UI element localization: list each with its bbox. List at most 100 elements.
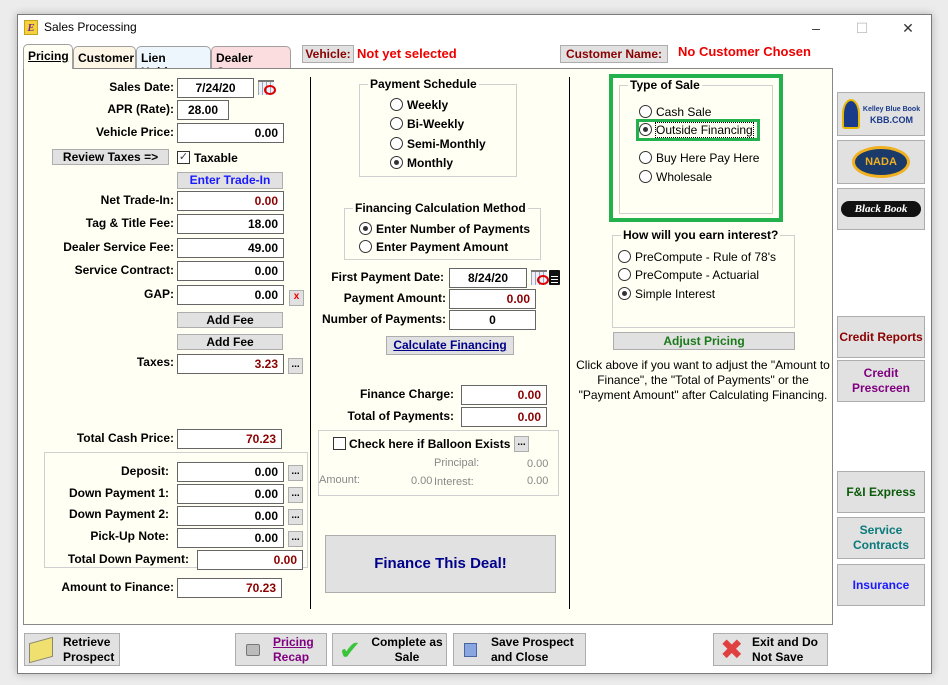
simple-interest-radio[interactable]: Simple Interest — [618, 287, 715, 301]
enter-trade-in-button[interactable]: Enter Trade-In — [177, 172, 283, 189]
review-taxes-button[interactable]: Review Taxes => — [52, 149, 169, 165]
schedule-semi-monthly-radio[interactable]: Semi-Monthly — [390, 137, 486, 151]
calc-method-title: Financing Calculation Method — [353, 201, 528, 215]
window-title: Sales Processing — [44, 20, 137, 34]
interest-value: 0.00 — [527, 475, 549, 487]
calendar-icon[interactable] — [258, 80, 276, 95]
taxable-checkbox[interactable]: ✓ — [177, 151, 190, 164]
gap-label: GAP: — [144, 287, 174, 301]
nada-button[interactable]: NADA — [837, 140, 925, 184]
add-fee-button-1[interactable]: Add Fee — [177, 312, 283, 328]
gap-clear-button[interactable]: x — [289, 290, 304, 306]
enter-number-of-payments-radio[interactable]: Enter Number of Payments — [359, 222, 530, 236]
down-payment-1-details-button[interactable]: ... — [288, 487, 303, 503]
tab-dealer-costs[interactable]: Dealer Costs — [211, 46, 291, 79]
retrieve-prospect-button[interactable]: Retrieve Prospect — [24, 633, 120, 666]
deposit-field[interactable]: 0.00 — [177, 462, 284, 482]
kbb-button[interactable]: Kelley Blue Book KBB.COM — [837, 92, 925, 136]
net-trade-in-field[interactable]: 0.00 — [177, 191, 284, 211]
first-payment-date-field[interactable]: 8/24/20 — [449, 268, 527, 288]
vehicle-value: Not yet selected — [357, 46, 457, 61]
taxes-details-button[interactable]: ... — [288, 358, 303, 374]
rule-of-78-radio[interactable]: PreCompute - Rule of 78's — [618, 250, 776, 264]
pick-up-note-label: Pick-Up Note: — [90, 529, 169, 543]
service-contract-field[interactable]: 0.00 — [177, 261, 284, 281]
black-book-button[interactable]: Black Book — [837, 188, 925, 230]
pick-up-note-field[interactable]: 0.00 — [177, 528, 284, 548]
finance-this-deal-button[interactable]: Finance This Deal! — [325, 535, 556, 593]
black-book-logo-icon: Black Book — [841, 201, 921, 217]
actuarial-radio[interactable]: PreCompute - Actuarial — [618, 268, 759, 282]
balloon-label: Check here if Balloon Exists — [349, 437, 511, 451]
vehicle-price-field[interactable]: 0.00 — [177, 123, 284, 143]
service-contract-label: Service Contract: — [74, 263, 174, 277]
payment-schedule-title: Payment Schedule — [368, 77, 479, 91]
dealer-service-fee-field[interactable]: 49.00 — [177, 238, 284, 258]
sales-processing-window: E Sales Processing – ☐ ✕ Pricing Custome… — [17, 14, 932, 674]
sales-date-field[interactable]: 7/24/20 — [177, 78, 254, 98]
total-of-payments-label: Total of Payments: — [347, 409, 454, 423]
pricing-recap-button[interactable]: Pricing Recap — [235, 633, 327, 666]
save-prospect-button[interactable]: Save Prospect and Close — [453, 633, 586, 666]
down-payment-1-field[interactable]: 0.00 — [177, 484, 284, 504]
taxes-field[interactable]: 3.23 — [177, 354, 284, 374]
payment-amount-field[interactable]: 0.00 — [449, 289, 536, 309]
service-contracts-button[interactable]: Service Contracts — [837, 517, 925, 559]
cash-sale-radio[interactable]: Cash Sale — [639, 105, 711, 119]
total-cash-price-field: 70.23 — [177, 429, 282, 449]
printer-icon — [246, 644, 260, 656]
adjust-pricing-button[interactable]: Adjust Pricing — [613, 332, 795, 350]
minimize-button[interactable]: – — [793, 15, 839, 43]
apr-label: APR (Rate): — [107, 102, 174, 116]
principal-value: 0.00 — [527, 458, 549, 470]
gap-field[interactable]: 0.00 — [177, 285, 284, 305]
insurance-button[interactable]: Insurance — [837, 564, 925, 606]
tab-customer[interactable]: Customer — [73, 46, 136, 69]
wholesale-radio[interactable]: Wholesale — [639, 170, 712, 184]
calculate-financing-button[interactable]: Calculate Financing — [386, 336, 514, 355]
credit-prescreen-button[interactable]: Credit Prescreen — [837, 360, 925, 402]
add-fee-button-2[interactable]: Add Fee — [177, 334, 283, 350]
maximize-button[interactable]: ☐ — [839, 15, 885, 43]
nada-logo-icon: NADA — [852, 146, 910, 178]
fi-express-button[interactable]: F&I Express — [837, 471, 925, 513]
exit-do-not-save-button[interactable]: ✖ Exit and Do Not Save — [713, 633, 828, 666]
credit-reports-button[interactable]: Credit Reports — [837, 316, 925, 358]
calendar-icon[interactable] — [531, 270, 549, 285]
customer-name-value: No Customer Chosen — [678, 44, 811, 59]
total-down-payment-label: Total Down Payment: — [67, 552, 189, 566]
red-x-icon: ✖ — [720, 634, 744, 665]
schedule-weekly-radio[interactable]: Weekly — [390, 98, 448, 112]
pick-up-note-details-button[interactable]: ... — [288, 531, 303, 547]
buy-here-pay-here-radio[interactable]: Buy Here Pay Here — [639, 151, 759, 165]
complete-as-sale-button[interactable]: ✔ Complete as Sale — [332, 633, 447, 666]
outside-financing-radio[interactable]: Outside Financing — [639, 122, 754, 138]
app-logo-icon: E — [24, 20, 38, 35]
amount-to-finance-field: 70.23 — [177, 578, 282, 598]
tab-pricing[interactable]: Pricing — [23, 44, 73, 69]
total-cash-price-label: Total Cash Price: — [76, 431, 174, 445]
close-button[interactable]: ✕ — [885, 15, 931, 43]
number-of-payments-field[interactable]: 0 — [449, 310, 536, 330]
down-payment-2-details-button[interactable]: ... — [288, 509, 303, 525]
deposit-details-button[interactable]: ... — [288, 465, 303, 481]
deposit-label: Deposit: — [121, 464, 169, 478]
customer-name-button[interactable]: Customer Name: — [560, 45, 668, 63]
schedule-monthly-radio[interactable]: Monthly — [390, 156, 453, 170]
kbb-logo-icon — [841, 99, 860, 129]
column-divider — [569, 77, 570, 609]
radio-icon — [390, 117, 403, 130]
balloon-details-button[interactable]: ... — [514, 436, 529, 452]
enter-payment-amount-radio[interactable]: Enter Payment Amount — [359, 240, 508, 254]
schedule-bi-weekly-radio[interactable]: Bi-Weekly — [390, 117, 464, 131]
tag-title-field[interactable]: 18.00 — [177, 214, 284, 234]
tab-lien-holder[interactable]: Lien Holder — [136, 46, 211, 79]
calculator-icon[interactable] — [549, 270, 560, 285]
net-trade-in-label: Net Trade-In: — [100, 193, 174, 207]
apr-field[interactable]: 28.00 — [177, 100, 229, 120]
interest-label: Interest: — [434, 476, 474, 488]
down-payment-2-field[interactable]: 0.00 — [177, 506, 284, 526]
vehicle-button[interactable]: Vehicle: — [302, 45, 354, 63]
balloon-checkbox[interactable] — [333, 437, 346, 450]
radio-icon — [639, 170, 652, 183]
